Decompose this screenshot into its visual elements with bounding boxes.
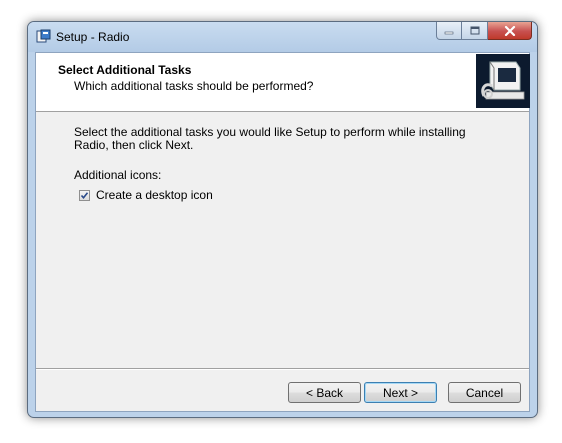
close-button[interactable] (488, 22, 532, 40)
desktop-icon-checkbox[interactable] (79, 189, 90, 201)
page-title: Select Additional Tasks (58, 63, 192, 77)
window-title: Setup - Radio (56, 30, 130, 44)
desktop-icon-label: Create a desktop icon (96, 188, 213, 202)
instructions-text: Select the additional tasks you would li… (74, 125, 466, 152)
setup-window: Setup - Radio Select Additional Tasks Wh… (27, 21, 538, 418)
footer-separator (36, 368, 529, 370)
checkmark-icon (80, 191, 89, 199)
maximize-button[interactable] (462, 22, 488, 40)
wizard-header: Select Additional Tasks Which additional… (36, 53, 530, 112)
next-button[interactable]: Next > (364, 382, 437, 403)
back-button[interactable]: < Back (288, 382, 361, 403)
caption-buttons (436, 22, 532, 42)
wizard-page: Select Additional Tasks Which additional… (35, 52, 530, 412)
minimize-icon (444, 31, 454, 34)
cancel-button[interactable]: Cancel (448, 382, 521, 403)
setup-app-icon (36, 29, 51, 43)
page-subtitle: Which additional tasks should be perform… (74, 79, 314, 93)
additional-icons-label: Additional icons: (74, 168, 162, 182)
close-icon (504, 25, 515, 36)
installer-computer-icon (476, 54, 530, 108)
minimize-button[interactable] (436, 22, 462, 40)
desktop-icon-task[interactable]: Create a desktop icon (79, 188, 213, 202)
maximize-icon (470, 26, 479, 35)
title-bar[interactable]: Setup - Radio (28, 22, 537, 52)
